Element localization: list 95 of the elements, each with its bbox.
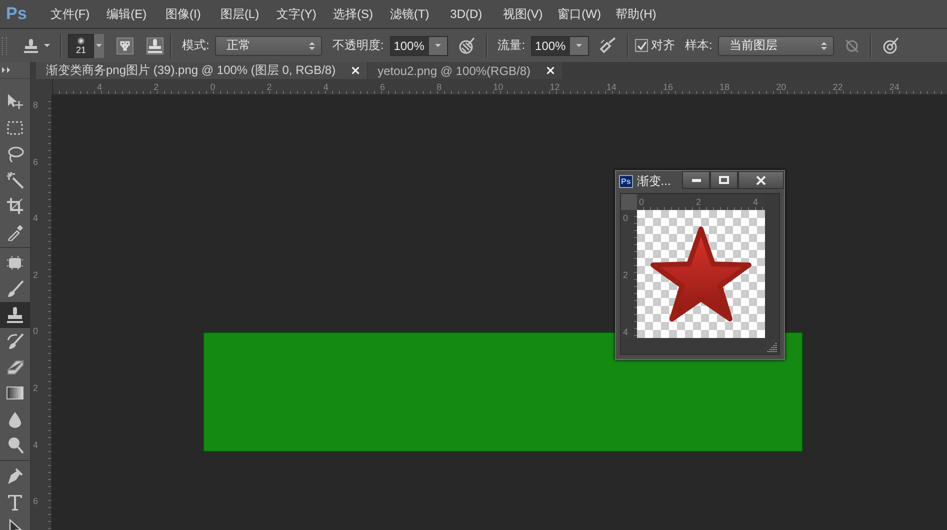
menu-item[interactable]: 编辑(E) [98,6,155,22]
gradient-icon [6,384,24,402]
tool-button[interactable] [0,302,30,328]
ruler-label: 6 [378,82,385,93]
ruler-label: 0 [638,197,644,208]
ruler-label: 4 [96,82,102,93]
menu-item[interactable]: 图层(L) [212,6,268,22]
pen-icon [6,467,24,485]
ruler-label: 2 [266,82,272,93]
sample-dropdown[interactable]: 当前图层 [718,36,834,56]
checkmark-icon [636,40,647,50]
eraser-icon [6,358,24,376]
ruler-label: 4 [32,213,38,224]
caret-icon [434,44,441,47]
ruler-label: 20 [775,82,786,93]
mode-dropdown[interactable]: 正常 [215,36,322,56]
opacity-label: 不透明度: [332,37,384,54]
history-brush-icon [6,332,24,350]
move-tool-icon [6,93,24,111]
ruler-label: 2 [32,382,38,394]
stamp-icon [23,38,39,54]
caret-icon [44,44,50,47]
menu-item[interactable]: 文件(F) [42,6,98,22]
menu-item[interactable]: 窗口(W) [551,6,608,22]
magic-wand-icon [6,171,24,189]
maximize-icon [719,176,729,184]
airbrush-icon[interactable] [599,36,618,54]
dodge-icon [6,436,24,454]
mode-label: 模式: [182,37,210,54]
healing-brush-icon [6,254,24,272]
flow-label: 流量: [498,37,526,54]
ruler-label: 6 [32,496,38,508]
menu-item[interactable]: 帮助(H) [608,6,664,22]
stamp-toggle-icon[interactable] [146,36,164,54]
ruler-label: 16 [662,82,673,93]
menu-item[interactable]: 视图(V) [494,6,551,22]
brush-size: 21 [76,44,86,54]
minimize-button[interactable] [682,171,710,189]
close-icon [756,176,766,184]
text-tool-icon [6,493,24,511]
pressure-size-icon[interactable] [882,36,900,54]
caret-icon [96,44,102,47]
crop-icon [6,197,24,215]
ruler-label: 0 [622,213,628,224]
minimize-icon [692,178,700,182]
menu-item[interactable]: 选择(S) [324,6,381,22]
resize-grip-icon[interactable] [767,342,777,352]
ruler-label: 2 [152,82,159,93]
ruler-label: 0 [209,82,216,93]
water-drop-icon [6,410,24,428]
menu-item[interactable]: 3D(D) [438,7,494,21]
brush-icon [6,280,24,298]
document-tab[interactable]: yetou2.png @ 100%(RGB/8) [368,62,562,79]
ruler-label: 22 [832,82,843,93]
ruler-label: 4 [32,440,38,451]
ruler-label: 2 [622,270,628,281]
window-title: 渐变... [636,172,671,190]
rectangular-marquee-icon [6,119,24,137]
ruler-label: 14 [605,82,616,93]
document-tab[interactable]: 渐变类商务png图片 (39).png @ 100% (图层 0, RGB/8) [36,62,367,79]
caret-icon [576,44,582,47]
maximize-button[interactable] [710,171,738,189]
align-checkbox[interactable]: 对齐 [635,37,676,54]
double-chevron-icon[interactable] [2,67,12,73]
menu-item[interactable]: 图像(I) [155,6,212,22]
close-button[interactable] [738,171,784,189]
close-icon[interactable] [546,67,554,74]
app-logo: Ps [6,4,28,24]
ruler-label: 2 [695,197,702,208]
ruler-label: 24 [888,82,900,93]
opacity-field[interactable]: 100% [390,36,448,56]
ruler-label: 4 [752,197,758,208]
soft-dot-icon [77,36,85,44]
ruler-label: 8 [436,82,442,93]
ruler-label: 0 [32,326,38,338]
ruler-corner [621,194,637,210]
eyedropper-icon [6,223,24,241]
lasso-icon [6,145,24,163]
close-icon[interactable] [352,67,359,74]
sample-label: 样本: [685,37,712,54]
ruler-label: 4 [622,327,628,338]
menu-item[interactable]: 滤镜(T) [382,6,438,22]
up-down-arrows-icon [821,42,828,50]
ruler-label: 10 [492,82,504,93]
ruler-label: 2 [32,270,38,281]
ruler-label: 18 [718,82,730,93]
clone-stamp-icon [6,306,24,324]
app-icon: Ps [619,174,633,188]
ruler-label: 6 [32,156,38,168]
ruler-label: 4 [322,82,328,93]
ruler-label: 12 [548,82,560,93]
flow-field[interactable]: 100% [531,36,590,56]
ruler-label: 8 [32,100,38,111]
up-down-arrows-icon [309,42,316,50]
menu-item[interactable]: 文字(Y) [268,6,324,22]
